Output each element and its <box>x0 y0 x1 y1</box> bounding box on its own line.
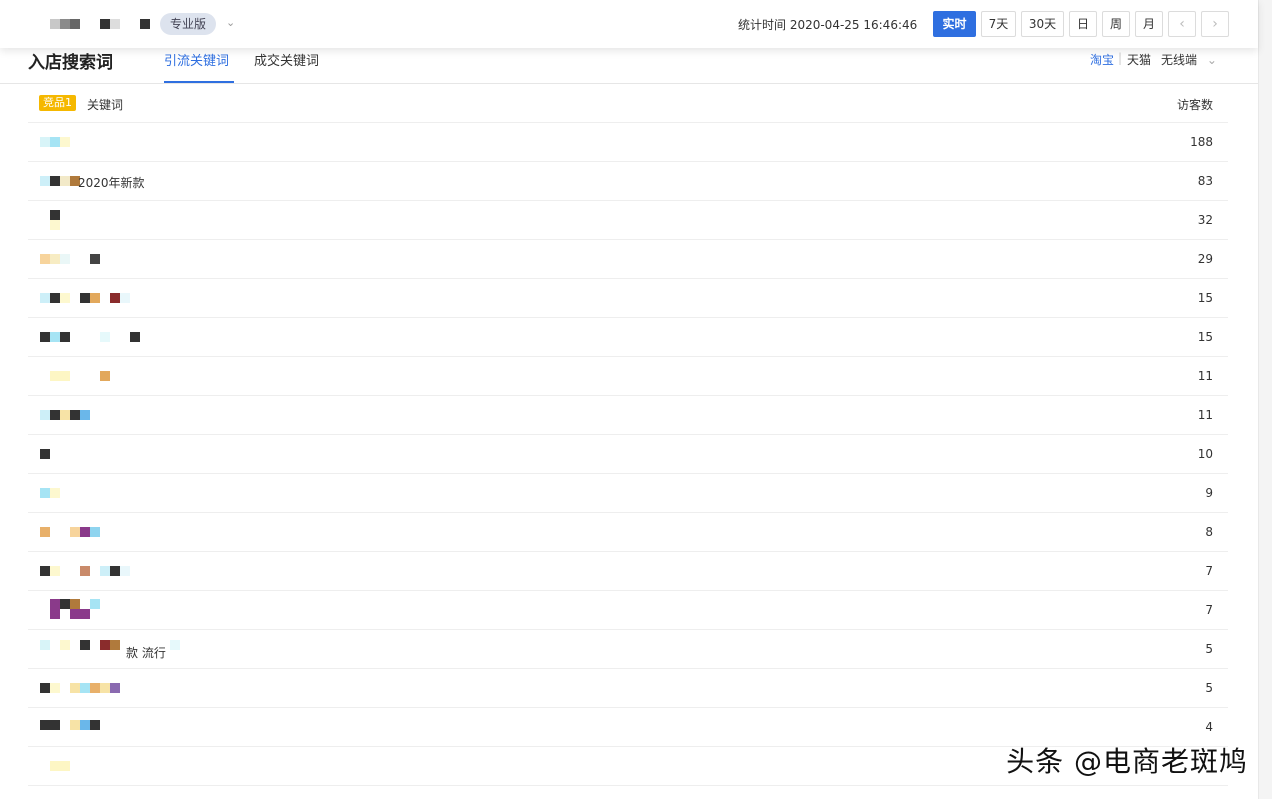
range-week-button[interactable]: 周 <box>1102 11 1130 37</box>
platform-taobao[interactable]: 淘宝 <box>1090 51 1114 68</box>
visitor-count: 83 <box>1197 174 1213 188</box>
next-arrow-icon[interactable]: › <box>1201 11 1229 37</box>
competitor-badge: 竞品1 <box>39 95 76 111</box>
table-row[interactable]: 11 <box>28 357 1228 396</box>
range-30d-button[interactable]: 30天 <box>1021 11 1064 37</box>
range-7d-button[interactable]: 7天 <box>981 11 1016 37</box>
visitor-count: 5 <box>1205 642 1213 656</box>
keyword-text: 款 流行 <box>126 646 166 660</box>
visitor-count: 15 <box>1197 330 1213 344</box>
visitor-count: 5 <box>1205 681 1213 695</box>
visitor-count: 11 <box>1197 369 1213 383</box>
visitor-count: 7 <box>1205 564 1213 578</box>
top-bar: 专业版 ⌄ 统计时间 2020-04-25 16:46:46 实时 7天 30天… <box>0 0 1258 48</box>
table-row[interactable]: 9 <box>28 474 1228 513</box>
visitor-count: 7 <box>1205 603 1213 617</box>
range-day-button[interactable]: 日 <box>1069 11 1097 37</box>
table-row[interactable]: 15 <box>28 318 1228 357</box>
range-month-button[interactable]: 月 <box>1135 11 1163 37</box>
visitor-count: 4 <box>1205 720 1213 734</box>
table-row[interactable]: 5 <box>28 669 1228 708</box>
visitor-count: 188 <box>1190 135 1213 149</box>
section-title: 入店搜索词 <box>28 53 113 73</box>
column-header-keyword: 关键词 <box>87 98 124 112</box>
visitor-count: 9 <box>1205 486 1213 500</box>
watermark: 头条 @电商老斑鸠 <box>1006 745 1248 778</box>
visitor-count: 15 <box>1197 291 1213 305</box>
table-header: 竞品1 关键词 访客数 <box>28 84 1228 123</box>
table-row[interactable]: 15 <box>28 279 1228 318</box>
tab-deal-keywords[interactable]: 成交关键词 <box>254 50 319 69</box>
scrollbar[interactable] <box>1258 0 1272 799</box>
table-row[interactable]: 10 <box>28 435 1228 474</box>
chevron-down-icon: ⌄ <box>1206 53 1217 67</box>
column-header-visitors[interactable]: 访客数 <box>1177 96 1213 113</box>
platform-wireless-label: 无线端 <box>1161 53 1198 67</box>
visitor-count: 32 <box>1197 213 1213 227</box>
prev-arrow-icon[interactable]: ‹ <box>1168 11 1196 37</box>
stat-time: 统计时间 2020-04-25 16:46:46 <box>738 18 918 32</box>
table-row[interactable]: 2020年新款 83 <box>28 162 1228 201</box>
visitor-count: 10 <box>1197 447 1213 461</box>
keyword-table: 竞品1 关键词 访客数 188 2020年新款 83 32 29 15 15 1… <box>28 84 1228 786</box>
table-row[interactable]: 32 <box>28 201 1228 240</box>
visitor-count: 11 <box>1197 408 1213 422</box>
platform-separator: | <box>1118 51 1123 65</box>
range-realtime-button[interactable]: 实时 <box>933 11 976 37</box>
table-row[interactable]: 188 <box>28 123 1228 162</box>
table-row[interactable]: 8 <box>28 513 1228 552</box>
visitor-count: 8 <box>1205 525 1213 539</box>
table-row[interactable]: 7 <box>28 552 1228 591</box>
table-row[interactable]: 7 <box>28 591 1228 630</box>
tab-traffic-keywords[interactable]: 引流关键词 <box>164 50 229 69</box>
table-row[interactable]: 11 <box>28 396 1228 435</box>
platform-tmall[interactable]: 天猫 <box>1127 51 1151 68</box>
platform-wireless-select[interactable]: 无线端 ⌄ <box>1161 51 1217 68</box>
table-row[interactable]: 29 <box>28 240 1228 279</box>
edition-badge[interactable]: 专业版 <box>160 13 217 35</box>
chevron-down-icon[interactable]: ⌄ <box>226 16 235 29</box>
keyword-text: 2020年新款 <box>78 176 145 190</box>
visitor-count: 29 <box>1197 252 1213 266</box>
table-row[interactable]: 款 流行 5 <box>28 630 1228 669</box>
